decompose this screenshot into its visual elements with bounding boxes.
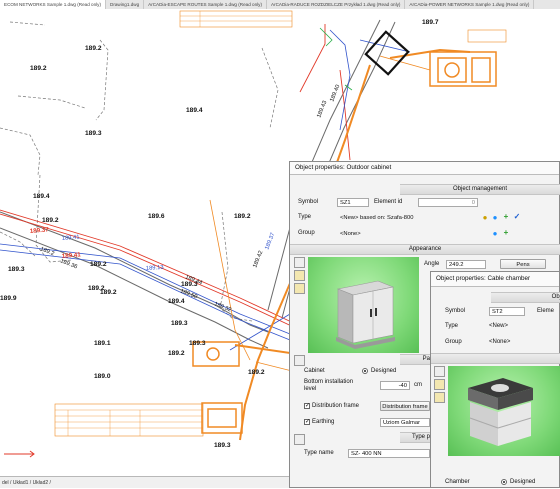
- elevation-label: 189.2: [100, 289, 117, 296]
- type-info-icon[interactable]: ●: [491, 214, 499, 222]
- add-group-icon[interactable]: +: [502, 229, 510, 237]
- earthing-checkbox[interactable]: ✓: [304, 419, 310, 425]
- cabinet-3d-preview: [308, 257, 419, 353]
- elevation-label: 189.0: [94, 373, 111, 380]
- type-name-label: Type name: [304, 450, 334, 456]
- distribution-frame-button[interactable]: Distribution frame: [380, 401, 430, 411]
- material-icon[interactable]: [294, 283, 305, 294]
- chamber-label: Chamber: [445, 479, 470, 485]
- chamber-type-label: Type: [445, 323, 459, 329]
- chamber-designed-label: Designed: [510, 479, 536, 485]
- elevation-label: 189.4: [33, 193, 50, 200]
- angle-label: Angle: [424, 261, 440, 267]
- section-object-management[interactable]: Object management: [400, 184, 560, 195]
- type-params-icon[interactable]: [294, 434, 305, 445]
- tab-drawing1[interactable]: Drawing1.dwg: [106, 0, 145, 9]
- elevation-label: 189.2: [168, 350, 185, 357]
- chamber-3d-preview: [448, 366, 560, 456]
- symbol-label: Symbol: [298, 199, 319, 205]
- chamber-group-label: Group: [445, 339, 462, 345]
- chamber-appearance-bar: [431, 353, 560, 364]
- elevation-label: 189.2: [30, 65, 47, 72]
- parameters-icon[interactable]: [294, 355, 305, 366]
- bottom-level-unit: cm: [414, 382, 422, 388]
- view-3d-icon[interactable]: [294, 257, 305, 268]
- cable-chamber-title: Object properties: Cable chamber: [431, 272, 559, 287]
- type-label: Type: [298, 214, 312, 220]
- chamber-symbol-label: Symbol: [445, 308, 466, 314]
- angle-field[interactable]: 249.2: [446, 260, 486, 269]
- chamber-group-select[interactable]: <None>: [489, 337, 510, 347]
- section-type-parameters[interactable]: Type p: [400, 432, 430, 443]
- elevation-label: 189.3: [8, 266, 25, 273]
- distribution-frame-checkbox[interactable]: ✓: [304, 403, 310, 409]
- layout-tabs-label[interactable]: del / Układ1 / Układ2 /: [2, 480, 51, 486]
- elevation-label: 189.3: [171, 320, 188, 327]
- elevation-label: 189.9: [0, 295, 17, 302]
- element-id-label: Element id: [374, 199, 403, 205]
- type-select[interactable]: <New> based on: Szafa-800: [337, 213, 477, 222]
- chamber-designed-radio[interactable]: [501, 479, 507, 485]
- elevation-label: 189.4: [168, 298, 185, 305]
- type-name-field[interactable]: SZ- 400 NN: [348, 449, 430, 458]
- layout-tab-bar: del / Układ1 / Układ2 /: [0, 476, 289, 488]
- pens-button[interactable]: Pens: [500, 259, 546, 269]
- line-label: 189.13: [146, 265, 164, 272]
- group-select[interactable]: <None>: [337, 229, 477, 238]
- distribution-frame-label: Distribution frame: [312, 403, 360, 409]
- cable-chamber-3d-illustration: [468, 378, 533, 446]
- bottom-level-label: Bottom installation level: [304, 379, 354, 392]
- earthing-select[interactable]: Uziom Galmar: [380, 418, 430, 427]
- tab-power-networks[interactable]: ArCADia-POWER NETWORKS Sample 1.dwg (Rea…: [405, 0, 535, 9]
- chamber-symbol-field[interactable]: ST2: [489, 307, 525, 316]
- elevation-label: 189.2: [85, 45, 102, 52]
- elevation-label: 189.3: [85, 130, 102, 137]
- chamber-material-icon[interactable]: [434, 392, 445, 403]
- type-lock-icon[interactable]: ●: [481, 214, 489, 222]
- tab-raduce-rozdzielcze[interactable]: ArCADia-RADUCE ROZDZIELCZE Przykład 1.dw…: [267, 0, 406, 9]
- element-id-field: 0: [418, 198, 478, 207]
- section-appearance[interactable]: Appearance: [290, 244, 560, 255]
- cable-chamber-section[interactable]: Obj: [491, 292, 560, 303]
- bottom-level-field[interactable]: -40: [380, 381, 410, 390]
- tab-ecom-networks[interactable]: ECOM NETWORKS Sample 1.dwg (Read only): [0, 0, 107, 9]
- cable-chamber-panel: Object properties: Cable chamber Obj Sym…: [430, 271, 560, 488]
- add-type-icon[interactable]: +: [502, 213, 510, 221]
- section-parameters[interactable]: Pa: [400, 354, 430, 365]
- elevation-label: 189.2: [234, 213, 251, 220]
- cabinet-label: Cabinet: [304, 368, 325, 374]
- panel-title: Object properties: Outdoor cabinet: [290, 162, 559, 175]
- group-info-icon[interactable]: ●: [491, 230, 499, 238]
- chamber-type-select[interactable]: <New>: [489, 321, 508, 331]
- elevation-label: 189.3: [189, 340, 206, 347]
- chamber-view-icon[interactable]: [434, 366, 445, 377]
- group-label: Group: [298, 230, 315, 236]
- chamber-folder-icon[interactable]: [434, 379, 445, 390]
- earthing-label: Earthing: [312, 419, 335, 425]
- chamber-element-label: Eleme: [537, 308, 555, 314]
- elevation-label: 189.2: [248, 369, 265, 376]
- elevation-label: 189.6: [148, 213, 165, 220]
- symbol-field[interactable]: SZ1: [337, 198, 369, 207]
- cabinet-designed-label: Designed: [371, 368, 397, 374]
- elevation-label: 189.7: [422, 19, 439, 26]
- check-icon[interactable]: ✓: [513, 213, 521, 221]
- elevation-label: 189.2: [42, 217, 59, 224]
- elevation-label: 189.3: [214, 442, 231, 449]
- tab-escape-routes[interactable]: ArCADia-ESCAPE ROUTES Sample 1.dwg (Read…: [144, 0, 267, 9]
- cabinet-3d-illustration: [336, 280, 395, 349]
- elevation-label: 189.4: [186, 107, 203, 114]
- cabinet-designed-radio[interactable]: [362, 368, 368, 374]
- elevation-label: 189.1: [94, 340, 111, 347]
- elevation-label: 189.2: [90, 261, 107, 268]
- folder-icon[interactable]: [294, 270, 305, 281]
